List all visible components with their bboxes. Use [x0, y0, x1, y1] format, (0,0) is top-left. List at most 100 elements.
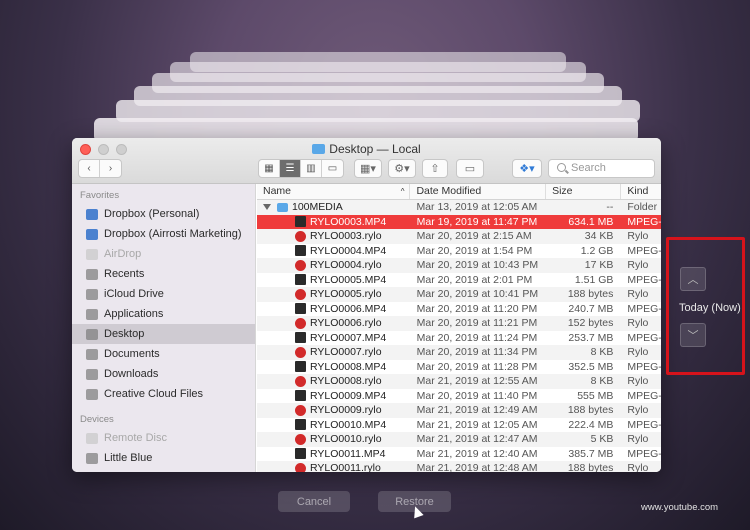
tag-icon: ▭: [464, 163, 476, 175]
sidebar-item-recents[interactable]: Recents: [72, 264, 255, 284]
table-row[interactable]: RYLO0004.rylo Mar 20, 2019 at 10:43 PM 17 …: [257, 258, 661, 273]
file-date: Mar 20, 2019 at 11:40 PM: [416, 389, 538, 402]
timeline-up-button[interactable]: ︿: [680, 267, 706, 291]
column-header-kind-label: Kind: [627, 185, 649, 197]
column-header-size[interactable]: Size: [546, 184, 622, 199]
list-view-icon[interactable]: ☰: [280, 160, 301, 177]
file-name-cell: RYLO0006.rylo: [257, 317, 411, 329]
rylo-file-icon: [295, 404, 306, 416]
sidebar-item-dropbox-airrosti-marketing[interactable]: Dropbox (Airrosti Marketing): [72, 224, 255, 244]
share-button[interactable]: ⇧: [422, 159, 448, 178]
rylo-file-icon: [295, 433, 306, 445]
sidebar-item-little-blue[interactable]: Little Blue: [72, 448, 255, 468]
table-row[interactable]: RYLO0006.MP4 Mar 20, 2019 at 11:20 PM 240.…: [257, 302, 661, 317]
file-date: Mar 20, 2019 at 2:15 AM: [416, 230, 532, 243]
file-name: RYLO0003.rylo: [310, 230, 382, 243]
column-headers: Name ^ Date Modified Size Kind: [257, 184, 661, 200]
table-row[interactable]: RYLO0005.rylo Mar 20, 2019 at 10:41 PM 188…: [257, 287, 661, 302]
file-name: RYLO0007.rylo: [310, 346, 382, 359]
sidebar-item-label: Little Blue: [104, 452, 153, 464]
table-row[interactable]: RYLO0003.MP4 Mar 19, 2019 at 11:47 PM 634.…: [257, 214, 661, 229]
chevron-down-icon: ﹀: [687, 330, 699, 342]
file-size: 1.2 GB: [580, 244, 614, 257]
rylo-file-icon: [295, 375, 306, 387]
sidebar-item-label: Documents: [104, 348, 160, 360]
file-size: 634.1 MB: [568, 215, 614, 228]
devices-list: Remote Disc Little Blue: [72, 428, 255, 468]
timeline-down-button[interactable]: ﹀: [680, 323, 706, 347]
chevron-right-icon[interactable]: ›: [100, 160, 121, 177]
table-row[interactable]: RYLO0011.MP4 Mar 21, 2019 at 12:40 AM 385.…: [257, 447, 661, 462]
file-size: 188 bytes: [567, 404, 614, 417]
disclosure-triangle-icon[interactable]: [263, 204, 271, 211]
rylo-file-icon: [295, 462, 306, 472]
sidebar-item-applications[interactable]: Applications: [72, 304, 255, 324]
file-name-cell: RYLO0009.rylo: [257, 404, 411, 416]
file-size: 240.7 MB: [568, 302, 614, 315]
table-row[interactable]: RYLO0008.MP4 Mar 20, 2019 at 11:28 PM 352.…: [257, 360, 661, 375]
column-view-icon[interactable]: ▥: [301, 160, 322, 177]
video-file-icon: [295, 303, 306, 315]
sidebar-item-label: Remote Disc: [104, 432, 167, 444]
file-date: Mar 21, 2019 at 12:49 AM: [416, 404, 538, 417]
file-name: 100MEDIA: [292, 201, 343, 214]
group-by-button[interactable]: ▦▾: [354, 159, 382, 178]
table-row[interactable]: RYLO0004.MP4 Mar 20, 2019 at 1:54 PM 1.2 G…: [257, 244, 661, 259]
sidebar-section-devices: Devices: [80, 414, 114, 425]
video-file-icon: [295, 448, 306, 460]
file-kind: Rylo: [627, 288, 649, 301]
file-kind: MPEG-: [627, 360, 661, 373]
column-header-kind[interactable]: Kind: [621, 184, 661, 199]
action-button[interactable]: ⚙▾: [388, 159, 416, 178]
downloads-icon: [86, 368, 98, 380]
sidebar-item-label: Applications: [104, 308, 164, 320]
file-name: RYLO0004.rylo: [310, 259, 382, 272]
file-kind: MPEG-: [627, 244, 661, 257]
sidebar-item-documents[interactable]: Documents: [72, 344, 255, 364]
tags-button[interactable]: ▭: [456, 159, 484, 178]
table-row[interactable]: RYLO0006.rylo Mar 20, 2019 at 11:21 PM 152…: [257, 316, 661, 331]
video-file-icon: [295, 332, 306, 344]
table-row[interactable]: RYLO0005.MP4 Mar 20, 2019 at 2:01 PM 1.51 …: [257, 273, 661, 288]
sidebar-item-desktop[interactable]: Desktop: [72, 324, 255, 344]
cloud-icon: [86, 288, 98, 300]
table-row[interactable]: RYLO0009.rylo Mar 21, 2019 at 12:49 AM 188…: [257, 403, 661, 418]
sidebar-item-icloud-drive[interactable]: iCloud Drive: [72, 284, 255, 304]
file-size: 8 KB: [590, 375, 614, 388]
file-name-cell: RYLO0011.rylo: [257, 462, 411, 472]
table-row[interactable]: RYLO0008.rylo Mar 21, 2019 at 12:55 AM 8 K…: [257, 374, 661, 389]
file-date: Mar 20, 2019 at 11:21 PM: [416, 317, 538, 330]
sidebar-item-dropbox-personal[interactable]: Dropbox (Personal): [72, 204, 255, 224]
table-row[interactable]: RYLO0003.rylo Mar 20, 2019 at 2:15 AM 34 K…: [257, 229, 661, 244]
table-row[interactable]: RYLO0007.rylo Mar 20, 2019 at 11:34 PM 8 K…: [257, 345, 661, 360]
file-size: 188 bytes: [567, 462, 614, 472]
chevron-left-icon[interactable]: ‹: [79, 160, 100, 177]
column-header-name[interactable]: Name ^: [257, 184, 411, 199]
icon-view-icon[interactable]: ▦: [259, 160, 280, 177]
table-row[interactable]: RYLO0011.rylo Mar 21, 2019 at 12:48 AM 188…: [257, 461, 661, 472]
creative-cloud-icon: [86, 388, 98, 400]
search-input[interactable]: Search: [548, 159, 655, 178]
dropbox-menu-button[interactable]: ❖▾: [512, 159, 542, 178]
sidebar-item-downloads[interactable]: Downloads: [72, 364, 255, 384]
file-kind: Rylo: [627, 404, 649, 417]
gallery-view-icon[interactable]: ▭: [322, 160, 343, 177]
file-date: Mar 20, 2019 at 11:28 PM: [416, 360, 538, 373]
sidebar-section-favorites: Favorites: [80, 190, 120, 201]
file-name-cell: RYLO0010.MP4: [257, 419, 411, 431]
search-icon: [557, 163, 566, 172]
file-name-cell: RYLO0007.MP4: [257, 332, 411, 344]
file-size: 253.7 MB: [568, 331, 614, 344]
sidebar-item-airdrop[interactable]: AirDrop: [72, 244, 255, 264]
column-header-date[interactable]: Date Modified: [410, 184, 547, 199]
table-row[interactable]: RYLO0009.MP4 Mar 20, 2019 at 11:40 PM 555 …: [257, 389, 661, 404]
table-row[interactable]: RYLO0007.MP4 Mar 20, 2019 at 11:24 PM 253.…: [257, 331, 661, 346]
gear-icon: ⚙▾: [394, 163, 410, 175]
sidebar-item-remote-disc[interactable]: Remote Disc: [72, 428, 255, 448]
cancel-button[interactable]: Cancel: [278, 491, 350, 512]
table-row[interactable]: RYLO0010.rylo Mar 21, 2019 at 12:47 AM 5 K…: [257, 432, 661, 447]
file-name: RYLO0006.rylo: [310, 317, 382, 330]
table-row[interactable]: RYLO0010.MP4 Mar 21, 2019 at 12:05 AM 222.…: [257, 418, 661, 433]
table-row[interactable]: 100MEDIA Mar 13, 2019 at 12:05 AM -- Folder: [257, 200, 661, 215]
sidebar-item-creative-cloud-files[interactable]: Creative Cloud Files: [72, 384, 255, 404]
